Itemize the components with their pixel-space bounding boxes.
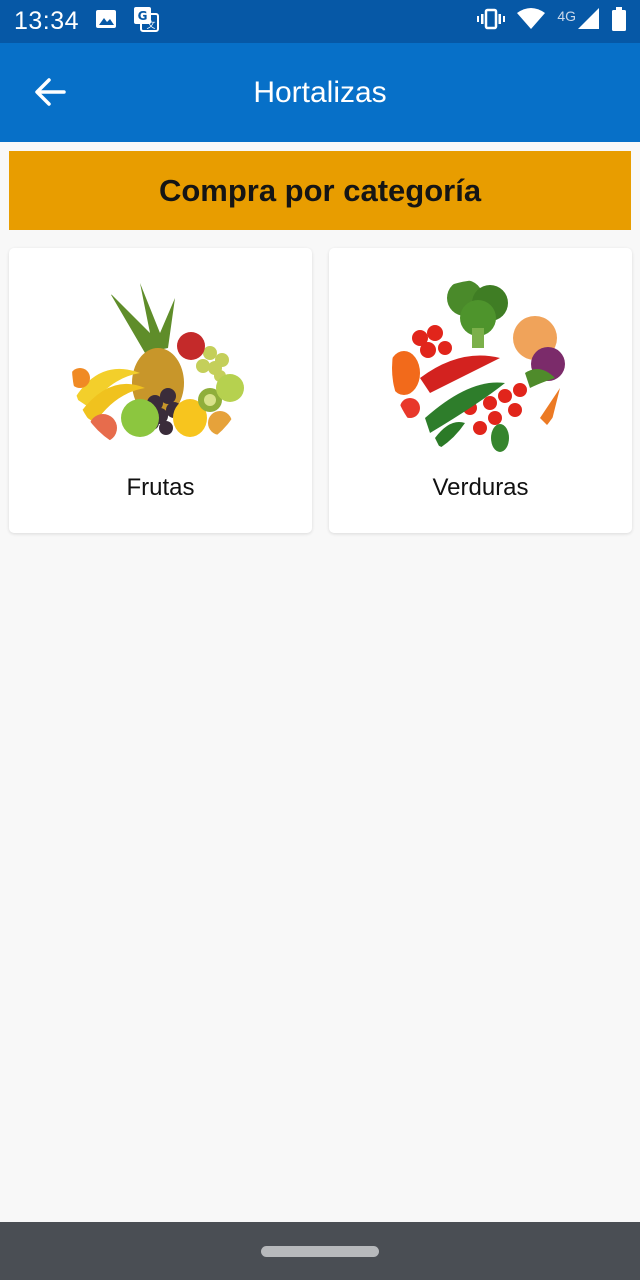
- status-time: 13:34: [14, 7, 80, 35]
- back-button[interactable]: [28, 72, 72, 116]
- category-card-frutas[interactable]: Frutas: [9, 248, 312, 533]
- app-bar: Hortalizas: [0, 43, 640, 142]
- home-gesture-pill[interactable]: [261, 1246, 379, 1257]
- category-banner-label: Compra por categoría: [158, 172, 482, 208]
- status-bar: 13:34 G 文 4G: [0, 0, 640, 43]
- vegetable-basket-image: [390, 278, 570, 463]
- status-right: 4G: [477, 7, 626, 36]
- category-banner: Compra por categoría: [9, 151, 631, 230]
- cellular-signal-icon: [578, 8, 600, 35]
- battery-icon: [612, 7, 626, 36]
- arrow-left-icon: [34, 77, 66, 111]
- svg-text:文: 文: [147, 19, 156, 31]
- page-title: Hortalizas: [253, 75, 387, 109]
- vibrate-icon: [477, 8, 506, 35]
- network-type: 4G: [557, 7, 576, 24]
- category-label: Frutas: [126, 474, 195, 501]
- category-label: Verduras: [432, 474, 529, 501]
- fruit-basket-image: [70, 278, 250, 463]
- image-icon: [95, 9, 117, 34]
- translate-icon: G 文: [133, 6, 160, 37]
- system-nav-bar: [0, 1222, 640, 1280]
- category-card-verduras[interactable]: Verduras: [329, 248, 632, 533]
- wifi-icon: [517, 8, 546, 35]
- status-left: 13:34 G 文: [14, 6, 160, 37]
